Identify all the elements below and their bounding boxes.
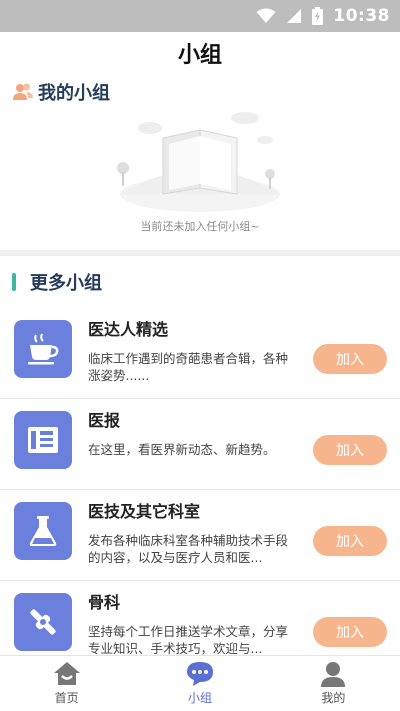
group-name: 医达人精选 <box>88 320 169 339</box>
people-icon <box>12 81 34 103</box>
person-icon <box>321 662 346 687</box>
empty-state-text: 当前还未加入任何小组~ <box>140 220 260 233</box>
battery-icon <box>312 7 324 25</box>
group-name: 医报 <box>88 411 121 430</box>
page-title: 小组 <box>177 43 222 68</box>
nav-item-groups[interactable]: 小组 <box>133 656 266 711</box>
nav-item-profile[interactable]: 我的 <box>267 656 400 711</box>
chat-bubble-icon <box>186 662 213 686</box>
newspaper-icon <box>14 411 72 469</box>
empty-state: 当前还未加入任何小组~ <box>0 104 400 244</box>
group-list: 医达人精选 临床工作遇到的奇葩患者合辑，各种涨姿势...... 加入 医报 在这… <box>0 308 400 672</box>
nav-label: 首页 <box>54 691 79 705</box>
nav-label: 我的 <box>321 691 346 705</box>
join-button[interactable]: 加入 <box>313 526 387 556</box>
group-item-yiji[interactable]: 医技及其它科室 发布各种临床科室各种辅助技术手段的内容，以及与医疗人员和医...… <box>0 490 400 581</box>
section-accent-bar <box>12 273 16 291</box>
join-button[interactable]: 加入 <box>313 344 387 374</box>
join-button[interactable]: 加入 <box>313 617 387 647</box>
group-desc: 临床工作遇到的奇葩患者合辑，各种涨姿势...... <box>88 351 289 383</box>
join-button[interactable]: 加入 <box>313 435 387 465</box>
more-groups-header: 更多小组 <box>0 256 400 308</box>
my-groups-title: 我的小组 <box>38 83 110 104</box>
my-groups-header: 我的小组 <box>0 74 400 104</box>
group-name: 骨科 <box>88 593 121 612</box>
status-time: 10:38 <box>333 6 390 26</box>
flask-icon <box>14 502 72 560</box>
empty-book-illustration <box>117 112 280 212</box>
nav-label: 小组 <box>187 691 212 705</box>
group-desc: 在这里，看医界新动态、新趋势。 <box>88 442 276 457</box>
nav-item-home[interactable]: 首页 <box>0 656 133 711</box>
group-name: 医技及其它科室 <box>88 502 201 521</box>
bottom-nav: 首页 小组 我的 <box>0 655 400 711</box>
group-item-yibao[interactable]: 医报 在这里，看医界新动态、新趋势。 加入 <box>0 399 400 490</box>
more-groups-title: 更多小组 <box>30 273 102 294</box>
status-bar: 10:38 <box>0 0 400 32</box>
signal-icon <box>286 8 302 24</box>
coffee-cup-icon <box>14 320 72 378</box>
group-desc: 坚持每个工作日推送学术文章，分享专业知识、手术技巧，欢迎与... <box>88 624 289 656</box>
page-header: 小组 <box>0 32 400 74</box>
wifi-icon <box>256 8 276 24</box>
bone-icon <box>14 593 72 651</box>
group-desc: 发布各种临床科室各种辅助技术手段的内容，以及与医疗人员和医... <box>88 533 289 565</box>
group-item-yidaren[interactable]: 医达人精选 临床工作遇到的奇葩患者合辑，各种涨姿势...... 加入 <box>0 308 400 399</box>
home-icon <box>53 662 80 685</box>
